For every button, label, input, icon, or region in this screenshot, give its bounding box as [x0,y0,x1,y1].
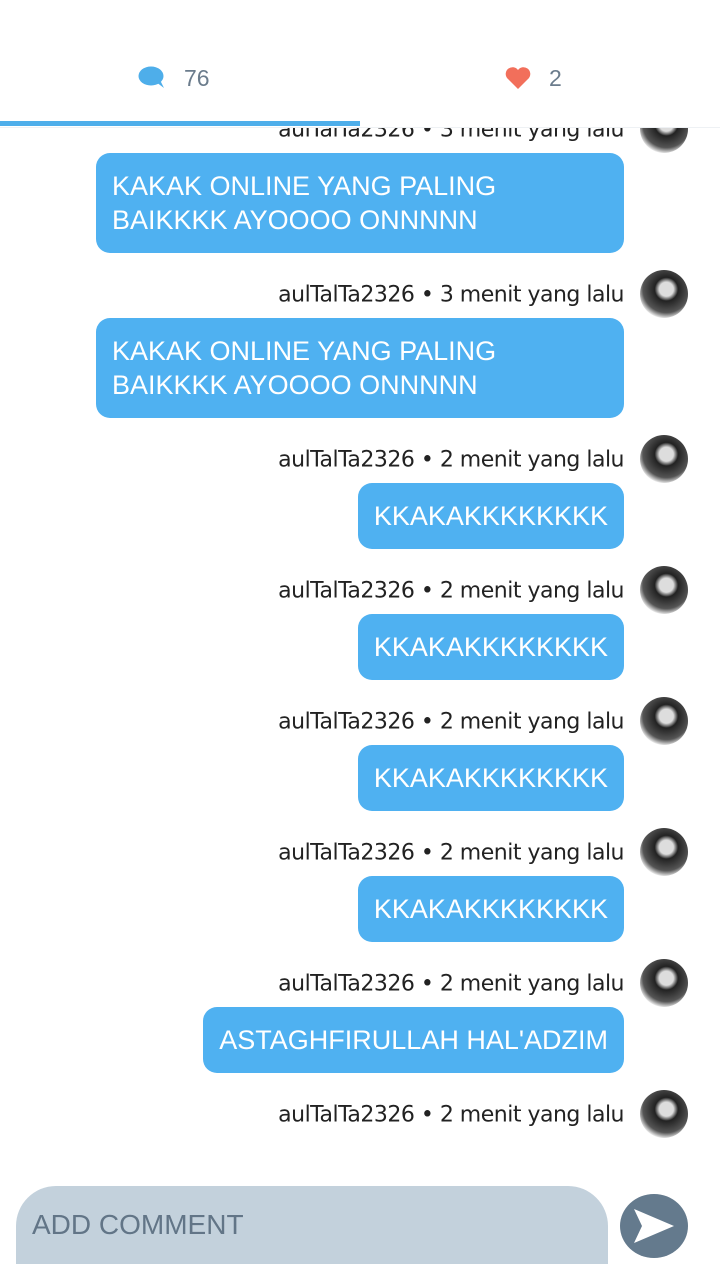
comment-time: 2 menit yang lalu [439,840,625,866]
tab-bar: 76 2 [0,0,720,128]
avatar[interactable] [640,270,688,318]
send-arrow-icon [634,1209,674,1243]
comment-username[interactable]: aulTalTa2326 [278,972,415,997]
comment-bubble: KAKAK ONLINE YANG PALING BAIKKKK AYOOOO … [96,318,624,418]
comment-username[interactable]: aulTalTa2326 [278,127,415,143]
comment-list[interactable]: aulTalTa2326 • 3 menit yang lalu KAKAK ON… [0,127,720,1142]
comment-username[interactable]: aulTalTa2326 [278,1103,415,1128]
comment-placeholder: ADD COMMENT [32,1209,244,1240]
comment-input[interactable]: ADD COMMENT [16,1186,608,1264]
tab-comments[interactable]: 76 [138,60,210,96]
avatar[interactable] [640,959,688,1007]
avatar[interactable] [640,566,688,614]
comment-time: 3 menit yang lalu [439,282,625,308]
send-button[interactable] [620,1194,688,1258]
comment-bubble: KKAKAKKKKKKKK [357,876,624,942]
comment-meta: aulTalTa2326 • 2 menit yang lalu [278,709,625,735]
active-tab-indicator [0,121,360,126]
comment-meta: aulTalTa2326 • 2 menit yang lalu [278,1102,625,1128]
comment-bubble: ASTAGHFIRULLAH HAL'ADZIM [203,1007,624,1073]
avatar[interactable] [640,697,688,745]
comment-username[interactable]: aulTalTa2326 [278,710,415,735]
comment-meta: aulTalTa2326 • 2 menit yang lalu [278,840,625,866]
comment-username[interactable]: aulTalTa2326 [278,579,415,604]
comment-bubble-icon [138,66,164,88]
tab-likes[interactable]: 2 [505,60,562,96]
comment-meta: aulTalTa2326 • 2 menit yang lalu [278,971,625,997]
comment-username[interactable]: aulTalTa2326 [278,841,415,866]
comment-meta: aulTalTa2326 • 2 menit yang lalu [278,447,625,473]
heart-icon [505,67,531,89]
comment-count: 76 [184,64,210,91]
comment-time: 2 menit yang lalu [439,447,625,473]
avatar[interactable] [640,828,688,876]
comment-username[interactable]: aulTalTa2326 [278,448,415,473]
comment-meta: aulTalTa2326 • 3 menit yang lalu [278,282,625,308]
comment-time: 2 menit yang lalu [439,971,625,997]
avatar[interactable] [640,1090,688,1138]
comment-time: 3 menit yang lalu [439,127,625,143]
comment-bubble: KKAKAKKKKKKKK [357,745,624,811]
comment-time: 2 menit yang lalu [439,1102,625,1128]
avatar[interactable] [640,127,688,153]
comment-time: 2 menit yang lalu [439,578,625,604]
comment-time: 2 menit yang lalu [439,709,625,735]
avatar[interactable] [640,435,688,483]
comment-bubble: KKAKAKKKKKKKK [357,483,624,549]
comment-meta: aulTalTa2326 • 3 menit yang lalu [278,127,624,143]
comment-username[interactable]: aulTalTa2326 [278,283,415,308]
comment-bubble: KKAKAKKKKKKKK [357,614,624,680]
like-count: 2 [549,64,562,91]
comment-meta: aulTalTa2326 • 2 menit yang lalu [278,578,625,604]
comment-bubble: KAKAK ONLINE YANG PALING BAIKKKK AYOOOO … [96,153,624,253]
